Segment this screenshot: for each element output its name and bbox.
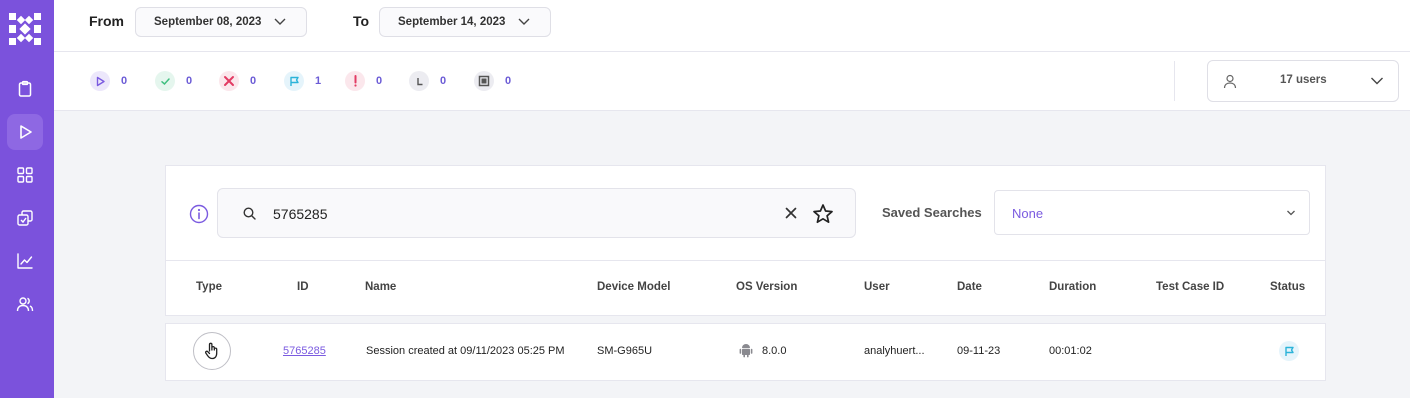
app-logo[interactable] bbox=[9, 13, 41, 45]
stat-pending[interactable]: 0 bbox=[409, 71, 446, 91]
stat-flagged-count: 1 bbox=[315, 75, 322, 87]
stop-icon bbox=[474, 71, 494, 91]
date-range-bar: From September 08, 2023 To September 14,… bbox=[54, 0, 1410, 52]
saved-searches-value: None bbox=[1012, 206, 1044, 221]
nav-users[interactable] bbox=[7, 286, 43, 322]
stat-failed-count: 0 bbox=[250, 75, 257, 87]
users-filter-select[interactable]: 17 users bbox=[1207, 60, 1399, 102]
sessions-card: Saved Searches None Type ID Name Device … bbox=[165, 165, 1326, 381]
session-name: Session created at 09/11/2023 05:25 PM bbox=[366, 345, 565, 357]
stat-errors[interactable]: 0 bbox=[345, 71, 382, 91]
stat-stopped-count: 0 bbox=[505, 75, 512, 87]
nav-analytics[interactable] bbox=[7, 243, 43, 279]
users-filter-label: 17 users bbox=[1280, 74, 1327, 86]
nav-sessions[interactable] bbox=[7, 114, 43, 150]
col-status[interactable]: Status bbox=[1270, 281, 1305, 293]
stat-passed[interactable]: 0 bbox=[155, 71, 192, 91]
users-icon bbox=[16, 297, 34, 312]
grid-icon bbox=[17, 167, 33, 183]
stat-running-count: 0 bbox=[121, 75, 128, 87]
stat-flagged[interactable]: 1 bbox=[284, 71, 321, 91]
col-user[interactable]: User bbox=[864, 281, 890, 293]
from-date-select[interactable]: September 08, 2023 bbox=[135, 7, 307, 37]
chevron-down-icon bbox=[1371, 77, 1383, 85]
col-type[interactable]: Type bbox=[196, 281, 222, 293]
stat-running[interactable]: 0 bbox=[90, 71, 127, 91]
android-icon bbox=[739, 344, 753, 358]
user-icon bbox=[1223, 74, 1237, 89]
to-label: To bbox=[353, 13, 370, 29]
table-row[interactable]: 5765285 Session created at 09/11/2023 05… bbox=[166, 323, 1325, 380]
chart-icon bbox=[17, 253, 33, 269]
search-box bbox=[217, 188, 856, 238]
stat-stopped[interactable]: 0 bbox=[474, 71, 511, 91]
saved-searches-select[interactable]: None bbox=[994, 190, 1310, 235]
flag-icon bbox=[284, 71, 304, 91]
flag-icon bbox=[1284, 346, 1294, 356]
table-header: Type ID Name Device Model OS Version Use… bbox=[166, 260, 1325, 316]
from-date-value: September 08, 2023 bbox=[154, 16, 262, 28]
device-model: SM-G965U bbox=[597, 345, 653, 357]
status-summary-bar: 0 0 0 1 0 0 0 17 users bbox=[54, 52, 1410, 111]
stat-failed[interactable]: 0 bbox=[219, 71, 256, 91]
col-os-version[interactable]: OS Version bbox=[736, 281, 797, 293]
stat-errors-count: 0 bbox=[376, 75, 383, 87]
col-name[interactable]: Name bbox=[365, 281, 396, 293]
touch-hand-icon bbox=[205, 342, 218, 360]
search-icon bbox=[243, 207, 256, 220]
copy-icon bbox=[17, 210, 33, 226]
nav-compare[interactable] bbox=[7, 200, 43, 236]
nav-dashboard[interactable] bbox=[7, 157, 43, 193]
from-label: From bbox=[89, 13, 124, 29]
chevron-down-icon bbox=[274, 18, 286, 25]
chevron-down-icon bbox=[1287, 210, 1295, 216]
session-id-link[interactable]: 5765285 bbox=[283, 345, 326, 357]
saved-searches-label: Saved Searches bbox=[882, 205, 982, 220]
col-test-case-id[interactable]: Test Case ID bbox=[1156, 281, 1224, 293]
col-duration[interactable]: Duration bbox=[1049, 281, 1096, 293]
info-icon[interactable] bbox=[189, 204, 209, 224]
to-date-value: September 14, 2023 bbox=[398, 16, 506, 28]
search-input[interactable] bbox=[273, 203, 753, 225]
stat-passed-count: 0 bbox=[186, 75, 193, 87]
user-name: analyhuert... bbox=[864, 345, 925, 357]
stat-pending-count: 0 bbox=[440, 75, 447, 87]
play-icon bbox=[90, 71, 110, 91]
nav-sessions-list[interactable] bbox=[7, 71, 43, 107]
session-date: 09-11-23 bbox=[957, 345, 1001, 357]
row-gap bbox=[165, 316, 1326, 323]
col-date[interactable]: Date bbox=[957, 281, 982, 293]
clear-icon[interactable] bbox=[785, 207, 797, 219]
star-icon[interactable] bbox=[812, 203, 834, 225]
col-device-model[interactable]: Device Model bbox=[597, 281, 671, 293]
divider bbox=[1174, 61, 1175, 101]
clipboard-icon bbox=[18, 80, 32, 97]
sidebar bbox=[0, 0, 54, 398]
x-icon bbox=[219, 71, 239, 91]
chevron-down-icon bbox=[518, 18, 530, 25]
to-date-select[interactable]: September 14, 2023 bbox=[379, 7, 551, 37]
col-id[interactable]: ID bbox=[297, 281, 309, 293]
os-version: 8.0.0 bbox=[762, 345, 787, 357]
exclamation-icon bbox=[345, 71, 365, 91]
status-badge bbox=[1279, 341, 1299, 361]
check-icon bbox=[155, 71, 175, 91]
play-icon bbox=[20, 125, 32, 139]
session-duration: 00:01:02 bbox=[1049, 345, 1092, 357]
type-badge bbox=[193, 332, 231, 370]
clock-icon bbox=[409, 71, 429, 91]
